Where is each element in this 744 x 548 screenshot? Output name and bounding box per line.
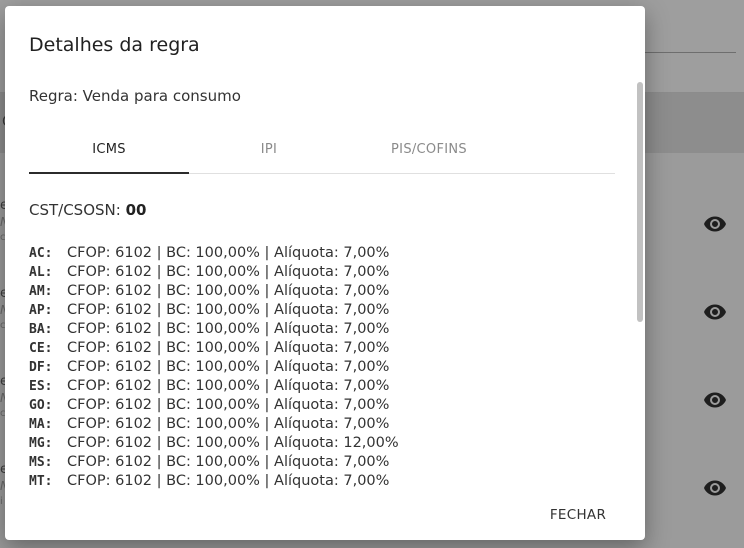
list-item: ES: CFOP: 6102 | BC: 100,00% | Alíquota: … (29, 377, 609, 396)
list-item: AM: CFOP: 6102 | BC: 100,00% | Alíquota: … (29, 282, 609, 301)
state-code: AC: (29, 246, 53, 261)
state-rule-text: CFOP: 6102 | BC: 100,00% | Alíquota: 7,0… (67, 321, 390, 337)
tab-ipi[interactable]: IPI (189, 128, 349, 172)
active-tab-indicator (29, 172, 189, 174)
state-rule-text: CFOP: 6102 | BC: 100,00% | Alíquota: 7,0… (67, 245, 390, 261)
state-rule-text: CFOP: 6102 | BC: 100,00% | Alíquota: 7,0… (67, 473, 390, 489)
list-item: DF: CFOP: 6102 | BC: 100,00% | Alíquota: … (29, 358, 609, 377)
state-code: DF: (29, 360, 53, 375)
cst-label: CST/CSOSN: (29, 201, 121, 219)
cst-csosn: CST/CSOSN: 00 (29, 201, 146, 219)
eye-icon[interactable] (703, 212, 727, 236)
list-item: BA: CFOP: 6102 | BC: 100,00% | Alíquota: … (29, 320, 609, 339)
background-search-underline (630, 52, 736, 53)
state-code: AM: (29, 284, 53, 299)
state-rule-text: CFOP: 6102 | BC: 100,00% | Alíquota: 7,0… (67, 378, 390, 394)
state-code: CE: (29, 341, 53, 356)
list-item: GO: CFOP: 6102 | BC: 100,00% | Alíquota: … (29, 396, 609, 415)
tax-tabs: ICMS IPI PIS/COFINS (29, 128, 615, 174)
list-item: MG: CFOP: 6102 | BC: 100,00% | Alíquota: … (29, 434, 609, 453)
state-code: GO: (29, 398, 53, 413)
tab-pis-cofins[interactable]: PIS/COFINS (349, 128, 509, 172)
rule-name: Regra: Venda para consumo (29, 87, 241, 105)
list-item: AL: CFOP: 6102 | BC: 100,00% | Alíquota: … (29, 263, 609, 282)
list-item: CE: CFOP: 6102 | BC: 100,00% | Alíquota: … (29, 339, 609, 358)
dialog-title: Detalhes da regra (29, 34, 200, 56)
state-code: MA: (29, 417, 53, 432)
state-code: MG: (29, 436, 53, 451)
list-item: MS: CFOP: 6102 | BC: 100,00% | Alíquota: … (29, 453, 609, 472)
eye-icon[interactable] (703, 388, 727, 412)
close-button[interactable]: FECHAR (541, 498, 615, 532)
state-code: ES: (29, 379, 53, 394)
state-rules-list: AC: CFOP: 6102 | BC: 100,00% | Alíquota: … (29, 244, 609, 491)
list-item: MA: CFOP: 6102 | BC: 100,00% | Alíquota: … (29, 415, 609, 434)
state-rule-text: CFOP: 6102 | BC: 100,00% | Alíquota: 7,0… (67, 302, 390, 318)
state-rule-text: CFOP: 6102 | BC: 100,00% | Alíquota: 7,0… (67, 340, 390, 356)
list-item: AP: CFOP: 6102 | BC: 100,00% | Alíquota: … (29, 301, 609, 320)
list-item: AC: CFOP: 6102 | BC: 100,00% | Alíquota: … (29, 244, 609, 263)
state-rule-text: CFOP: 6102 | BC: 100,00% | Alíquota: 7,0… (67, 454, 390, 470)
state-code: BA: (29, 322, 53, 337)
tab-icms[interactable]: ICMS (29, 128, 189, 172)
dialog-scrollbar[interactable] (637, 82, 643, 322)
state-code: AL: (29, 265, 53, 280)
state-rule-text: CFOP: 6102 | BC: 100,00% | Alíquota: 7,0… (67, 397, 390, 413)
cst-value: 00 (125, 201, 147, 219)
eye-icon[interactable] (703, 476, 727, 500)
eye-icon[interactable] (703, 300, 727, 324)
list-item: MT: CFOP: 6102 | BC: 100,00% | Alíquota: … (29, 472, 609, 491)
state-code: MT: (29, 474, 53, 489)
state-code: AP: (29, 303, 53, 318)
state-rule-text: CFOP: 6102 | BC: 100,00% | Alíquota: 7,0… (67, 416, 390, 432)
state-code: MS: (29, 455, 53, 470)
state-rule-text: CFOP: 6102 | BC: 100,00% | Alíquota: 7,0… (67, 264, 390, 280)
rule-details-dialog: Detalhes da regra Regra: Venda para cons… (5, 6, 645, 540)
state-rule-text: CFOP: 6102 | BC: 100,00% | Alíquota: 12,… (67, 435, 399, 451)
state-rule-text: CFOP: 6102 | BC: 100,00% | Alíquota: 7,0… (67, 359, 390, 375)
state-rule-text: CFOP: 6102 | BC: 100,00% | Alíquota: 7,0… (67, 283, 390, 299)
